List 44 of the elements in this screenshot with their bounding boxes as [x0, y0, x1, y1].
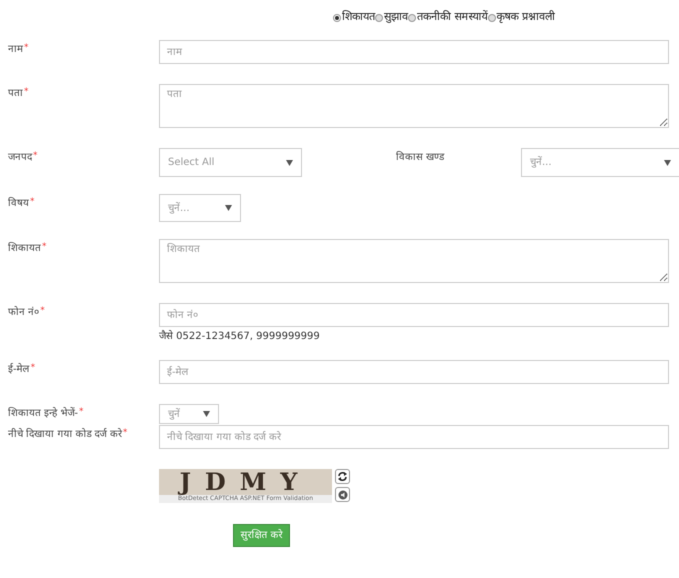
- required-mark: *: [42, 241, 46, 254]
- caret-icon: [203, 411, 210, 417]
- field-label: नीचे दिखाया गया कोड दर्ज करे: [8, 427, 122, 442]
- field-label: नाम: [8, 43, 23, 57]
- input-field[interactable]: ई-मेल: [159, 360, 669, 384]
- field-label: पता: [8, 87, 23, 101]
- field-hint: जैसे 0522-1234567, 9999999999: [159, 329, 321, 344]
- refresh-icon: [337, 471, 348, 482]
- text-area[interactable]: पता: [159, 84, 669, 128]
- field-label: विषय: [8, 196, 29, 211]
- captcha-code: JDMY: [180, 469, 312, 495]
- audio-button[interactable]: [335, 487, 350, 502]
- caret-icon: [225, 205, 232, 211]
- reload-button[interactable]: [335, 469, 350, 484]
- radio-option[interactable]: कृषक प्रश्नावली: [488, 9, 555, 26]
- required-mark: *: [122, 427, 128, 440]
- radio-option[interactable]: शिकायत: [333, 9, 375, 26]
- input-field[interactable]: नीचे दिखाया गया कोड दर्ज करे: [159, 425, 669, 449]
- save-button[interactable]: सुरक्षित करे: [233, 524, 290, 547]
- input-field[interactable]: नाम: [159, 40, 669, 64]
- required-mark: *: [30, 362, 36, 375]
- required-mark: *: [78, 406, 84, 419]
- caret-icon: [664, 160, 671, 166]
- text-area[interactable]: शिकायत: [159, 239, 669, 283]
- radio-option[interactable]: सुझाव: [375, 9, 408, 26]
- required-mark: *: [40, 305, 45, 318]
- dropdown[interactable]: चुनें...: [521, 148, 679, 177]
- dropdown[interactable]: चुनें...: [159, 194, 241, 222]
- field-label: फोन नं०: [8, 305, 40, 320]
- dropdown[interactable]: Select All: [159, 148, 302, 177]
- caret-icon: [286, 160, 293, 166]
- required-mark: *: [24, 42, 28, 55]
- field-label: ई-मेल: [8, 362, 30, 377]
- speaker-icon: [338, 490, 348, 500]
- required-mark: *: [24, 86, 28, 99]
- required-mark: *: [33, 150, 38, 163]
- field-label: जनपद: [8, 151, 32, 165]
- dropdown[interactable]: चुनें: [159, 404, 219, 424]
- field-label: विकास खण्ड: [395, 150, 446, 165]
- field-label: शिकायत: [8, 241, 41, 256]
- field-label: शिकायत इन्हे भेजें-: [8, 406, 78, 421]
- input-field[interactable]: फोन नं०: [159, 303, 669, 327]
- required-mark: *: [30, 196, 34, 209]
- radio-option[interactable]: तकनीकी समस्यायें: [408, 9, 488, 26]
